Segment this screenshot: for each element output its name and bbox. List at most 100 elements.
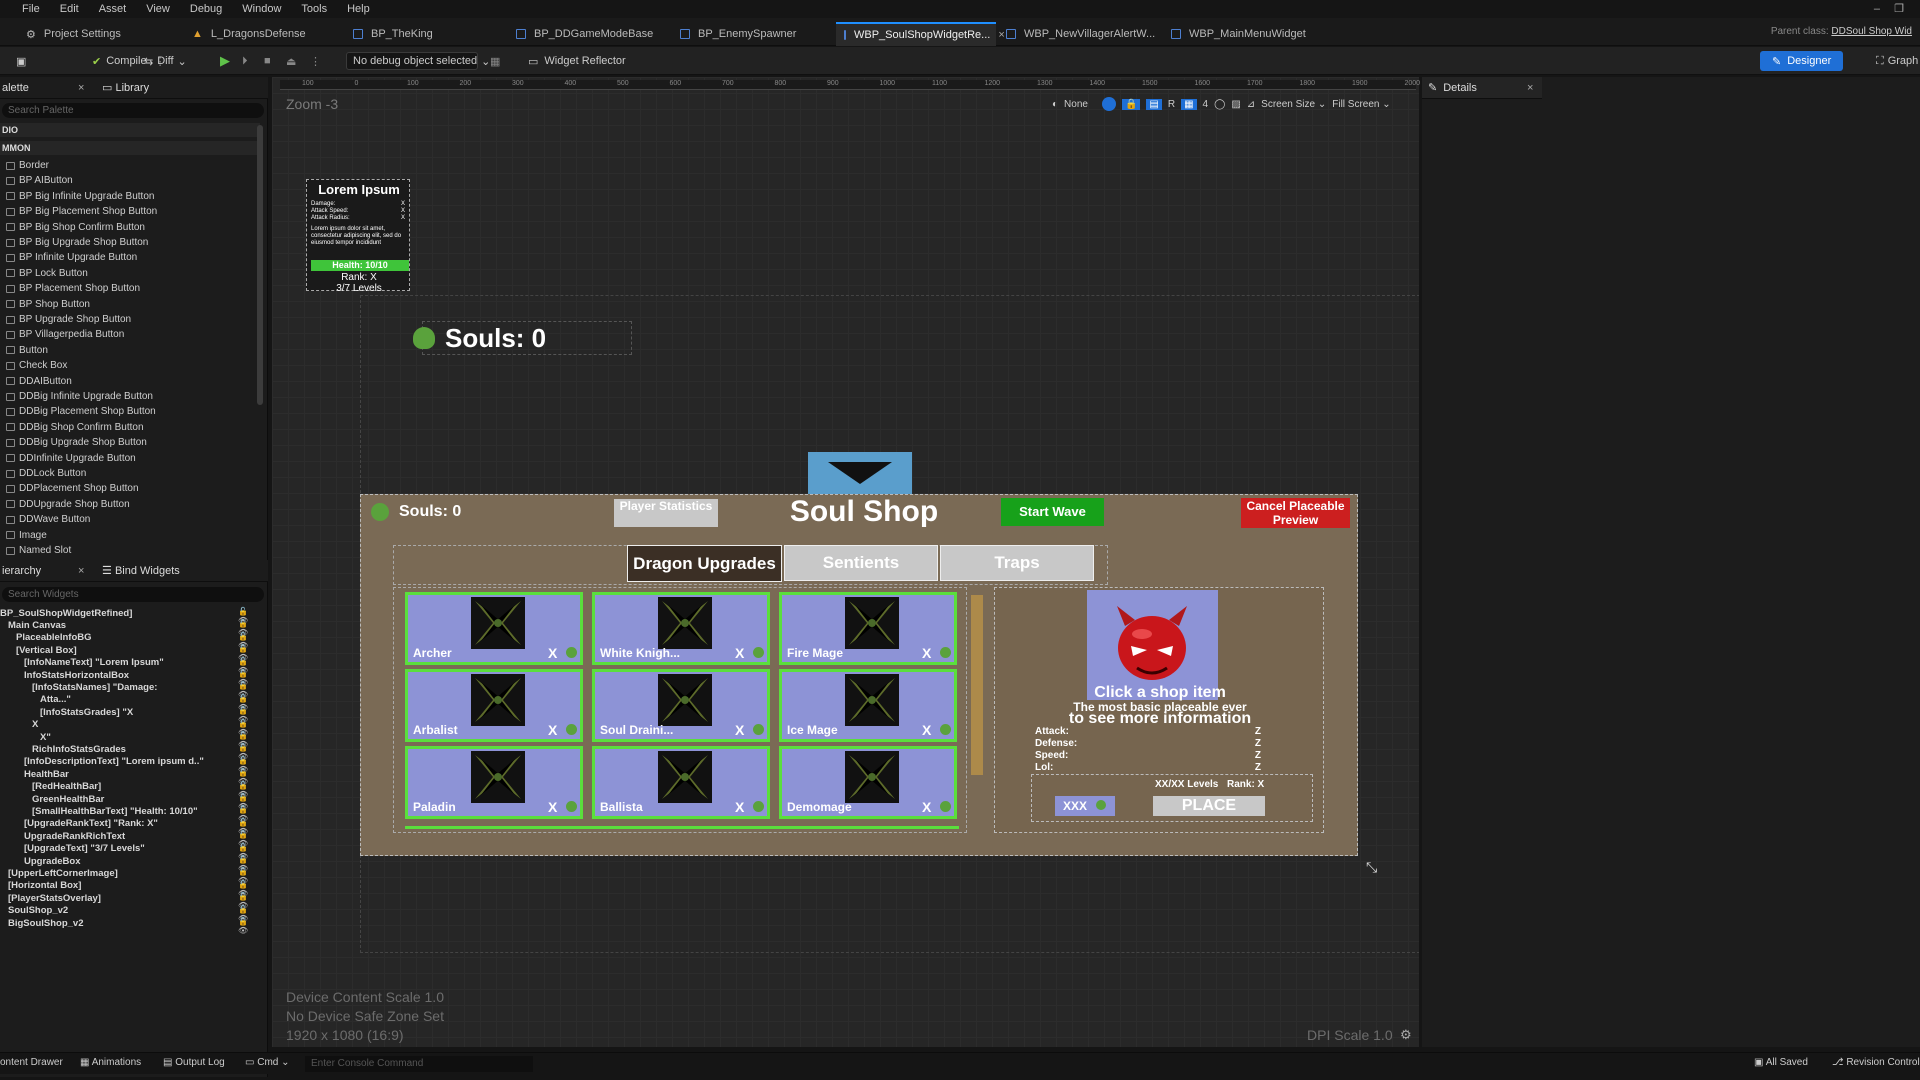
palette-item[interactable]: Image xyxy=(6,528,47,543)
layout-icon[interactable]: ▤ xyxy=(1146,98,1162,110)
grid-icon[interactable]: ▦ xyxy=(1181,98,1197,110)
designer-viewport[interactable]: Zoom -3 ◐ None 🔒 ▤ R ▦ 4 ◯ ▨ ⊿ Screen Si… xyxy=(272,77,1419,1047)
palette-scrollbar[interactable] xyxy=(257,125,263,405)
palette-item[interactable]: DDInfinite Upgrade Button xyxy=(6,451,136,466)
shop-item-button[interactable]: Fire Mage X xyxy=(779,592,957,665)
shop-item-button[interactable]: Arbalist X xyxy=(405,669,583,742)
shop-item-button[interactable]: Ice Mage X xyxy=(779,669,957,742)
none-label[interactable]: None xyxy=(1064,99,1088,110)
save-icon[interactable]: ▣ xyxy=(16,52,26,70)
palette-item[interactable]: BP Big Shop Confirm Button xyxy=(6,220,145,235)
hierarchy-item[interactable]: [UpgradeText] "3/7 Levels" xyxy=(24,843,145,855)
start-wave-button[interactable]: Start Wave xyxy=(1001,498,1104,526)
resize-icon[interactable]: ⊿ xyxy=(1247,99,1255,110)
hierarchy-tab[interactable]: ierarchy xyxy=(2,565,41,577)
hierarchy-item[interactable]: BP_SoulShopWidgetRefined] xyxy=(0,607,132,619)
hierarchy-item[interactable]: [RedHealthBar] xyxy=(32,781,101,793)
hierarchy-item[interactable]: [InfoDescriptionText] "Lorem ipsum d.." xyxy=(24,756,204,768)
fill-screen-select[interactable]: Fill Screen ⌄ xyxy=(1332,99,1390,110)
image-icon[interactable]: ▨ xyxy=(1231,99,1240,110)
more-icon[interactable]: ⋮ xyxy=(310,52,321,70)
hierarchy-item[interactable]: X xyxy=(32,719,38,731)
hierarchy-item[interactable]: RichInfoStatsGrades xyxy=(32,743,126,755)
cancel-preview-button[interactable]: Cancel Placeable Preview xyxy=(1241,498,1350,528)
palette-item[interactable]: DDBig Infinite Upgrade Button xyxy=(6,389,153,404)
palette-item[interactable]: Button xyxy=(6,343,48,358)
placeable-info-card[interactable]: Lorem Ipsum Damage: Attack Speed: Attack… xyxy=(306,179,410,294)
palette-item[interactable]: DDBig Shop Confirm Button xyxy=(6,420,144,435)
hierarchy-item[interactable]: [Vertical Box] xyxy=(16,644,77,656)
hierarchy-item[interactable]: Atta..." xyxy=(40,694,71,706)
hierarchy-item[interactable]: HealthBar xyxy=(24,768,69,780)
library-tab[interactable]: ▭ Library xyxy=(102,81,149,94)
r-toggle[interactable]: R xyxy=(1168,99,1175,110)
hierarchy-item[interactable]: BigSoulShop_v2 xyxy=(8,917,83,929)
shop-item-button[interactable]: Demomage X xyxy=(779,746,957,819)
palette-item[interactable]: BP Big Upgrade Shop Button xyxy=(6,235,148,250)
hierarchy-item[interactable]: [InfoStatsGrades] "X xyxy=(40,706,133,718)
tab-wbp-mainmenu[interactable]: WBP_MainMenuWidget xyxy=(1163,22,1314,46)
tab-wbp-soulshop[interactable]: WBP_SoulShopWidgetRe... × xyxy=(836,22,1005,46)
palette-item[interactable]: DDUpgrade Shop Button xyxy=(6,497,130,512)
palette-item[interactable]: BP Lock Button xyxy=(6,266,88,281)
hierarchy-item[interactable]: [SmallHealthBarText] "Health: 10/10" xyxy=(32,805,198,817)
bind-widgets-tab[interactable]: ☰ Bind Widgets xyxy=(102,564,180,577)
player-statistics-button[interactable]: Player Statistics xyxy=(614,499,718,527)
hierarchy-item[interactable]: GreenHealthBar xyxy=(32,793,104,805)
hierarchy-item[interactable]: Main Canvas xyxy=(8,619,66,631)
hierarchy-search-input[interactable]: Search Widgets xyxy=(2,587,264,602)
toggle-icon[interactable] xyxy=(1101,97,1116,111)
menu-tools[interactable]: Tools xyxy=(301,3,327,15)
lock-icon[interactable]: 🔒 xyxy=(1121,98,1141,110)
debug-object-select[interactable]: No debug object selected ⌄ xyxy=(346,52,490,70)
shop-item-button[interactable]: Archer X xyxy=(405,592,583,665)
stop-icon[interactable]: ■ xyxy=(264,52,271,70)
palette-item[interactable]: BP Upgrade Shop Button xyxy=(6,312,131,327)
widget-reflector-button[interactable]: ▭ Widget Reflector xyxy=(528,52,626,70)
details-title[interactable]: Details xyxy=(1443,82,1477,94)
hierarchy-item[interactable]: [UpperLeftCornerImage] xyxy=(8,867,118,879)
play-icon[interactable]: ▶ xyxy=(220,52,230,70)
palette-tab[interactable]: alette xyxy=(2,82,29,94)
debug-filter-icon[interactable]: ▦ xyxy=(490,52,500,70)
hierarchy-item[interactable]: [UpgradeRankText] "Rank: X" xyxy=(24,818,158,830)
menu-file[interactable]: File xyxy=(22,3,40,15)
cmd-select[interactable]: ▭ Cmd ⌄ xyxy=(245,1057,290,1068)
grid-scrollbar[interactable] xyxy=(971,595,983,775)
place-button[interactable]: PLACE xyxy=(1153,796,1265,816)
console-input[interactable]: Enter Console Command xyxy=(305,1056,533,1072)
gear-icon[interactable]: ⚙ xyxy=(1400,1027,1412,1043)
palette-item[interactable]: DDPlacement Shop Button xyxy=(6,481,139,496)
animations-button[interactable]: ▦ Animations xyxy=(80,1057,141,1068)
hierarchy-item[interactable]: PlaceableInfoBG xyxy=(16,632,92,644)
shop-item-button[interactable]: Soul Draini... X xyxy=(592,669,770,742)
minimize-icon[interactable]: – xyxy=(1874,3,1880,15)
palette-item[interactable]: BP Big Infinite Upgrade Button xyxy=(6,189,154,204)
grid-size[interactable]: 4 xyxy=(1203,99,1209,110)
palette-item[interactable]: BP AIButton xyxy=(6,173,73,188)
tab-sentients[interactable]: Sentients xyxy=(784,545,938,581)
palette-search-input[interactable]: Search Palette xyxy=(2,103,264,118)
palette-item[interactable]: BP Villagerpedia Button xyxy=(6,327,124,342)
palette-item[interactable]: DDLock Button xyxy=(6,466,86,481)
hierarchy-item[interactable]: [InfoNameText] "Lorem Ipsum" xyxy=(24,657,164,669)
tab-bp-gamemode[interactable]: BP_DDGameModeBase xyxy=(508,22,661,46)
screen-size-select[interactable]: Screen Size ⌄ xyxy=(1261,99,1326,110)
outline-icon[interactable]: ◯ xyxy=(1214,99,1225,110)
palette-item[interactable]: DDWave Button xyxy=(6,512,90,527)
hierarchy-item[interactable]: SoulShop_v2 xyxy=(8,905,68,917)
revision-control-button[interactable]: ⎇ Revision Control xyxy=(1832,1057,1920,1068)
menu-view[interactable]: View xyxy=(146,3,170,15)
parent-class-link[interactable]: DDSoul Shop Wid xyxy=(1831,26,1912,37)
tab-level[interactable]: ▲ L_DragonsDefense xyxy=(184,22,314,46)
tab-bp-enemyspawner[interactable]: BP_EnemySpawner xyxy=(672,22,804,46)
shop-item-button[interactable]: White Knigh... X xyxy=(592,592,770,665)
tab-wbp-villageralert[interactable]: WBP_NewVillagerAlertW... xyxy=(998,22,1163,46)
palette-item[interactable]: DDBig Upgrade Shop Button xyxy=(6,435,147,450)
shop-item-button[interactable]: Paladin X xyxy=(405,746,583,819)
hierarchy-item[interactable]: UpgradeRankRichText xyxy=(24,830,125,842)
player-souls-widget[interactable]: Souls: 0 xyxy=(413,321,632,355)
hierarchy-item[interactable]: X" xyxy=(40,731,51,743)
palette-item[interactable]: BP Infinite Upgrade Button xyxy=(6,250,137,265)
menu-help[interactable]: Help xyxy=(347,3,370,15)
